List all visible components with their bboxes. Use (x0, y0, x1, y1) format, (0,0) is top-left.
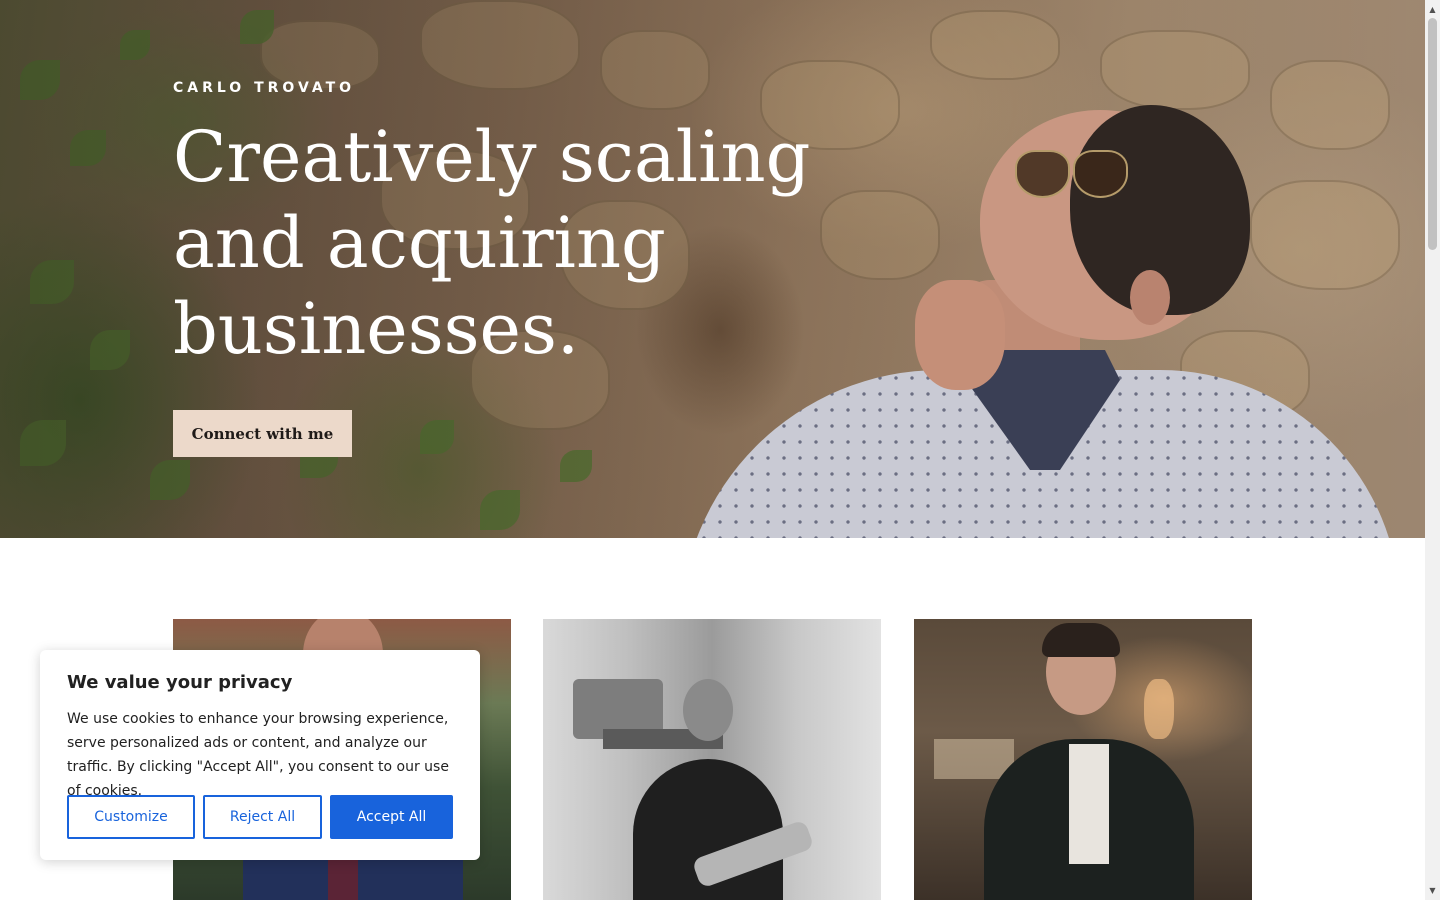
scroll-up-icon[interactable]: ▲ (1425, 2, 1440, 17)
scrollbar-thumb[interactable] (1428, 18, 1437, 250)
reject-all-button[interactable]: Reject All (203, 795, 322, 839)
hero-content: CARLO TROVATO Creatively scaling and acq… (173, 80, 873, 372)
gallery-photo-lounge (543, 619, 881, 900)
brand-name: CARLO TROVATO (173, 80, 356, 96)
cookie-consent-banner: We value your privacy We use cookies to … (40, 650, 480, 860)
headline-line-3: businesses. (173, 288, 580, 370)
cookie-title: We value your privacy (67, 672, 293, 693)
scroll-down-icon[interactable]: ▼ (1425, 883, 1440, 898)
customize-button[interactable]: Customize (67, 795, 195, 839)
accept-all-button[interactable]: Accept All (330, 795, 453, 839)
gallery-photo-hotel (914, 619, 1252, 900)
hero-section: CARLO TROVATO Creatively scaling and acq… (0, 0, 1425, 538)
hero-headline: Creatively scaling and acquiring busines… (173, 114, 873, 372)
headline-line-1: Creatively scaling (173, 116, 811, 198)
vertical-scrollbar[interactable]: ▲ ▼ (1425, 0, 1440, 900)
cookie-button-group: Customize Reject All Accept All (67, 795, 453, 839)
page: CARLO TROVATO Creatively scaling and acq… (0, 0, 1425, 900)
cookie-description: We use cookies to enhance your browsing … (67, 711, 449, 799)
connect-button[interactable]: Connect with me (173, 410, 352, 457)
headline-line-2: and acquiring (173, 202, 666, 284)
